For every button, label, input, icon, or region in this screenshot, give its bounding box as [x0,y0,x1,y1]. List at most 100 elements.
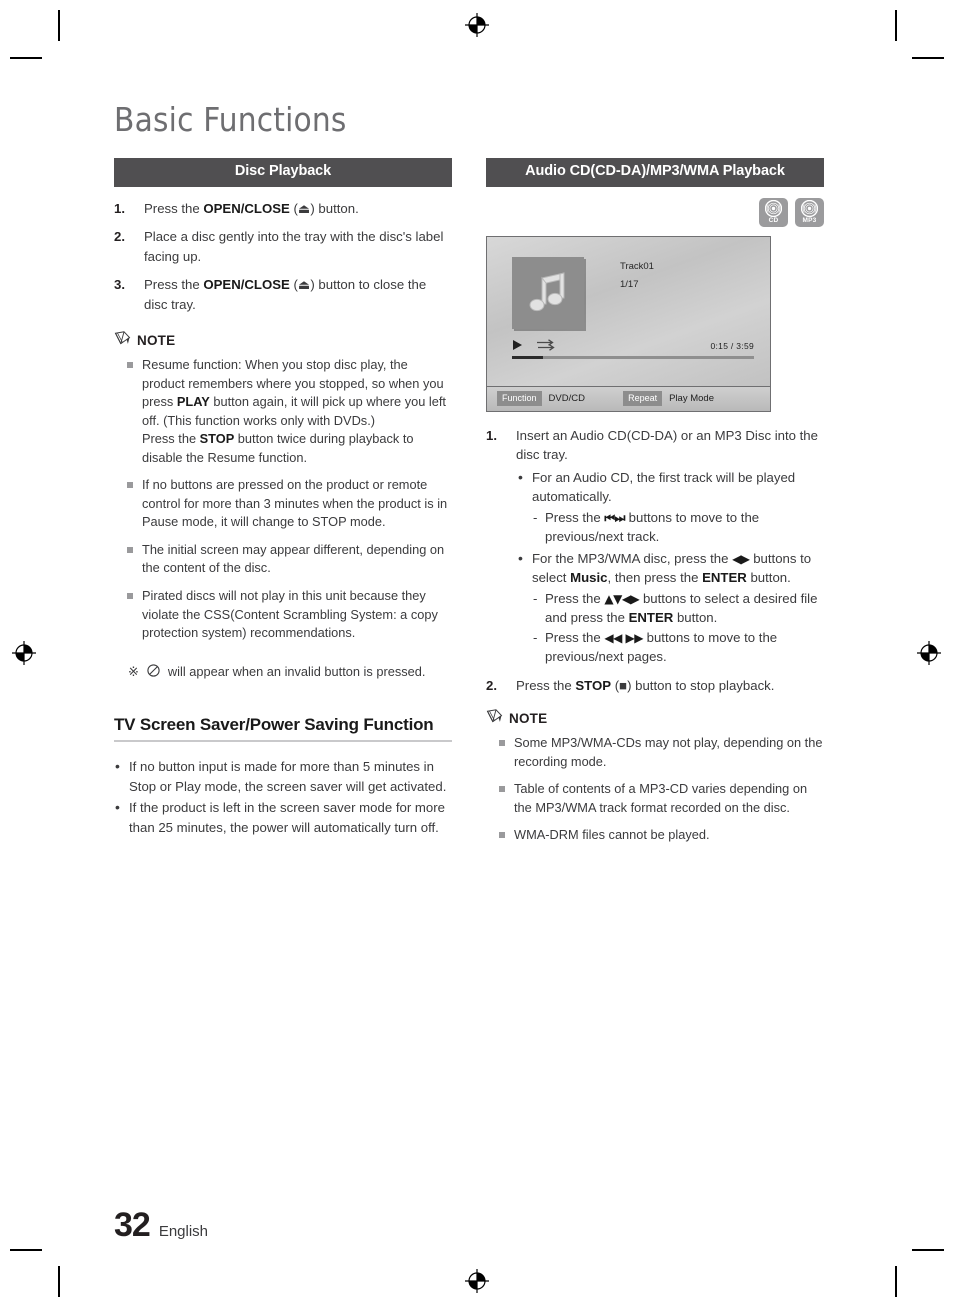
right-column: Audio CD(CD-DA)/MP3/WMA Playback CD MP3 T… [486,158,824,854]
crop-mark-top-right-horizontal [912,57,944,59]
crop-mark-bottom-right-vertical [895,1266,897,1297]
section-header-disc-playback: Disc Playback [114,158,452,187]
registration-mark-bottom [464,1268,490,1294]
crop-mark-bottom-left-horizontal [10,1249,42,1251]
media-badge-mp3: MP3 [795,197,824,227]
left-column: Disc Playback 1. Press the OPEN/CLOSE (⏏)… [114,158,452,839]
step-item: 1. Press the OPEN/CLOSE (⏏) button. [114,199,452,218]
media-badge-cd: CD [759,197,788,227]
bullet-item: If no button input is made for more than… [114,756,452,796]
tv-track-count: 1/17 [620,278,639,290]
sub-bullet-text: For the MP3/WMA disc, press the ◀▶ butto… [532,550,812,586]
disc-playback-notes: Resume function: When you stop disc play… [114,356,452,643]
note-item: Resume function: When you stop disc play… [114,356,452,467]
page-language: English [158,1223,209,1240]
sub-bullet-text: For an Audio CD, the first track will be… [532,469,796,505]
disc-icon [765,200,782,218]
audio-cd-steps: 1. Insert an Audio CD(CD-DA) or an MP3 Di… [486,426,824,695]
step-number: 2. [486,677,497,693]
step-text: Press the STOP (■) button to stop playba… [516,677,775,693]
step-text: Insert an Audio CD(CD-DA) or an MP3 Disc… [516,427,818,463]
tv-playback-bar: 0:15 / 3:59 [512,338,754,359]
sub-bullet-item: For an Audio CD, the first track will be… [516,467,824,547]
note-label-left: NOTE [137,332,176,348]
page-number: 32 [114,1206,151,1244]
tv-playback-icons: 0:15 / 3:59 [512,338,754,356]
note-item: Some MP3/WMA-CDs may not play, depending… [486,734,824,771]
tv-track-title: Track01 [620,260,654,272]
two-column-layout: Disc Playback 1. Press the OPEN/CLOSE (⏏)… [114,158,824,854]
page-title: Basic Functions [114,100,347,139]
page-content: Basic Functions Disc Playback 1. Press th… [114,100,824,854]
bullet-item: If the product is left in the screen sav… [114,797,452,837]
media-type-badges: CD MP3 [486,197,824,227]
step-item: 3. Press the OPEN/CLOSE (⏏) button to clo… [114,275,452,314]
registration-mark-left [11,640,37,666]
step-text: Place a disc gently into the tray with t… [144,229,444,264]
note-item: The initial screen may appear different,… [114,541,452,578]
media-badge-label: MP3 [802,216,817,224]
tv-screen-mockup: Track01 1/17 0:15 / 3:59 Function DVD/CD… [486,235,771,412]
pencil-icon [486,709,503,728]
step-number: 3. [114,277,125,293]
tv-time-separator: / [730,340,734,351]
step-number: 2. [114,229,125,245]
step-sub-bullets: For an Audio CD, the first track will be… [516,467,824,667]
subsection-title-screen-saver: TV Screen Saver/Power Saving Function [114,715,452,743]
tv-progress-fill [512,355,544,359]
tv-function-value: DVD/CD [548,393,585,405]
disc-playback-steps: 1. Press the OPEN/CLOSE (⏏) button. 2. Plac… [114,199,452,314]
registration-mark-right [916,640,942,666]
tv-progress-bar [512,355,754,359]
step-number: 1. [114,200,125,216]
note-item: If no buttons are pressed on the product… [114,476,452,532]
media-badge-label: CD [768,216,779,224]
tv-time-total: 3:59 [736,340,754,351]
crop-mark-top-left-horizontal [10,57,42,59]
dash-item: Press the ◀◀ ▶▶ buttons to move to the p… [532,628,824,667]
step-number: 1. [486,427,497,443]
dash-item: Press the ⏮⏭ buttons to move to the prev… [532,508,824,547]
invalid-button-note-text: will appear when an invalid button is pr… [167,663,426,679]
step-text: Press the OPEN/CLOSE (⏏) button to close… [144,277,427,312]
sub-bullet-item: For the MP3/WMA disc, press the ◀▶ butto… [516,548,824,667]
dash-list: Press the ⏮⏭ buttons to move to the prev… [532,508,824,547]
note-heading-right: NOTE [486,709,824,728]
registration-mark-top [464,12,490,38]
tv-repeat-group: Repeat Play Mode [613,391,770,407]
step-item: 1. Insert an Audio CD(CD-DA) or an MP3 Di… [486,426,824,667]
play-icon [512,338,523,356]
tv-repeat-chip: Repeat [623,391,663,407]
dash-item: Press the ▲▼◀▶ buttons to select a desir… [532,589,824,628]
crop-mark-top-left-vertical [58,10,60,41]
tv-time-display: 0:15 / 3:59 [710,341,754,351]
music-note-icon [529,272,565,312]
album-art-placeholder [512,256,584,329]
section-header-audio-cd-playback: Audio CD(CD-DA)/MP3/WMA Playback [486,158,824,187]
note-item: Table of contents of a MP3-CD varies dep… [486,780,824,817]
invalid-button-note: ※ will appear when an invalid button is … [128,663,452,682]
pencil-icon [114,331,131,350]
crop-mark-bottom-left-vertical [58,1266,60,1297]
tv-screen-main-area: Track01 1/17 0:15 / 3:59 [487,237,770,363]
note-heading-left: NOTE [114,331,452,350]
prohibition-icon [147,663,160,678]
tv-function-chip: Function [497,391,542,407]
step-text: Press the OPEN/CLOSE (⏏) button. [144,200,359,216]
note-label-right: NOTE [509,711,548,727]
step-item: 2. Press the STOP (■) button to stop play… [486,676,824,695]
reference-mark-icon: ※ [128,663,139,679]
repeat-arrows-icon [537,338,557,356]
dash-list: Press the ▲▼◀▶ buttons to select a desir… [532,589,824,667]
tv-repeat-value: Play Mode [669,393,714,405]
page-footer: 32 English [114,1206,208,1245]
disc-icon [801,200,818,218]
step-item: 2. Place a disc gently into the tray with… [114,227,452,266]
note-item: WMA-DRM files cannot be played. [486,826,824,845]
screen-saver-bullets: If no button input is made for more than… [114,756,452,837]
note-item: Pirated discs will not play in this unit… [114,587,452,643]
audio-cd-notes: Some MP3/WMA-CDs may not play, depending… [486,734,824,845]
crop-mark-bottom-right-horizontal [912,1249,944,1251]
crop-mark-top-right-vertical [895,10,897,41]
tv-time-elapsed: 0:15 [710,340,729,351]
